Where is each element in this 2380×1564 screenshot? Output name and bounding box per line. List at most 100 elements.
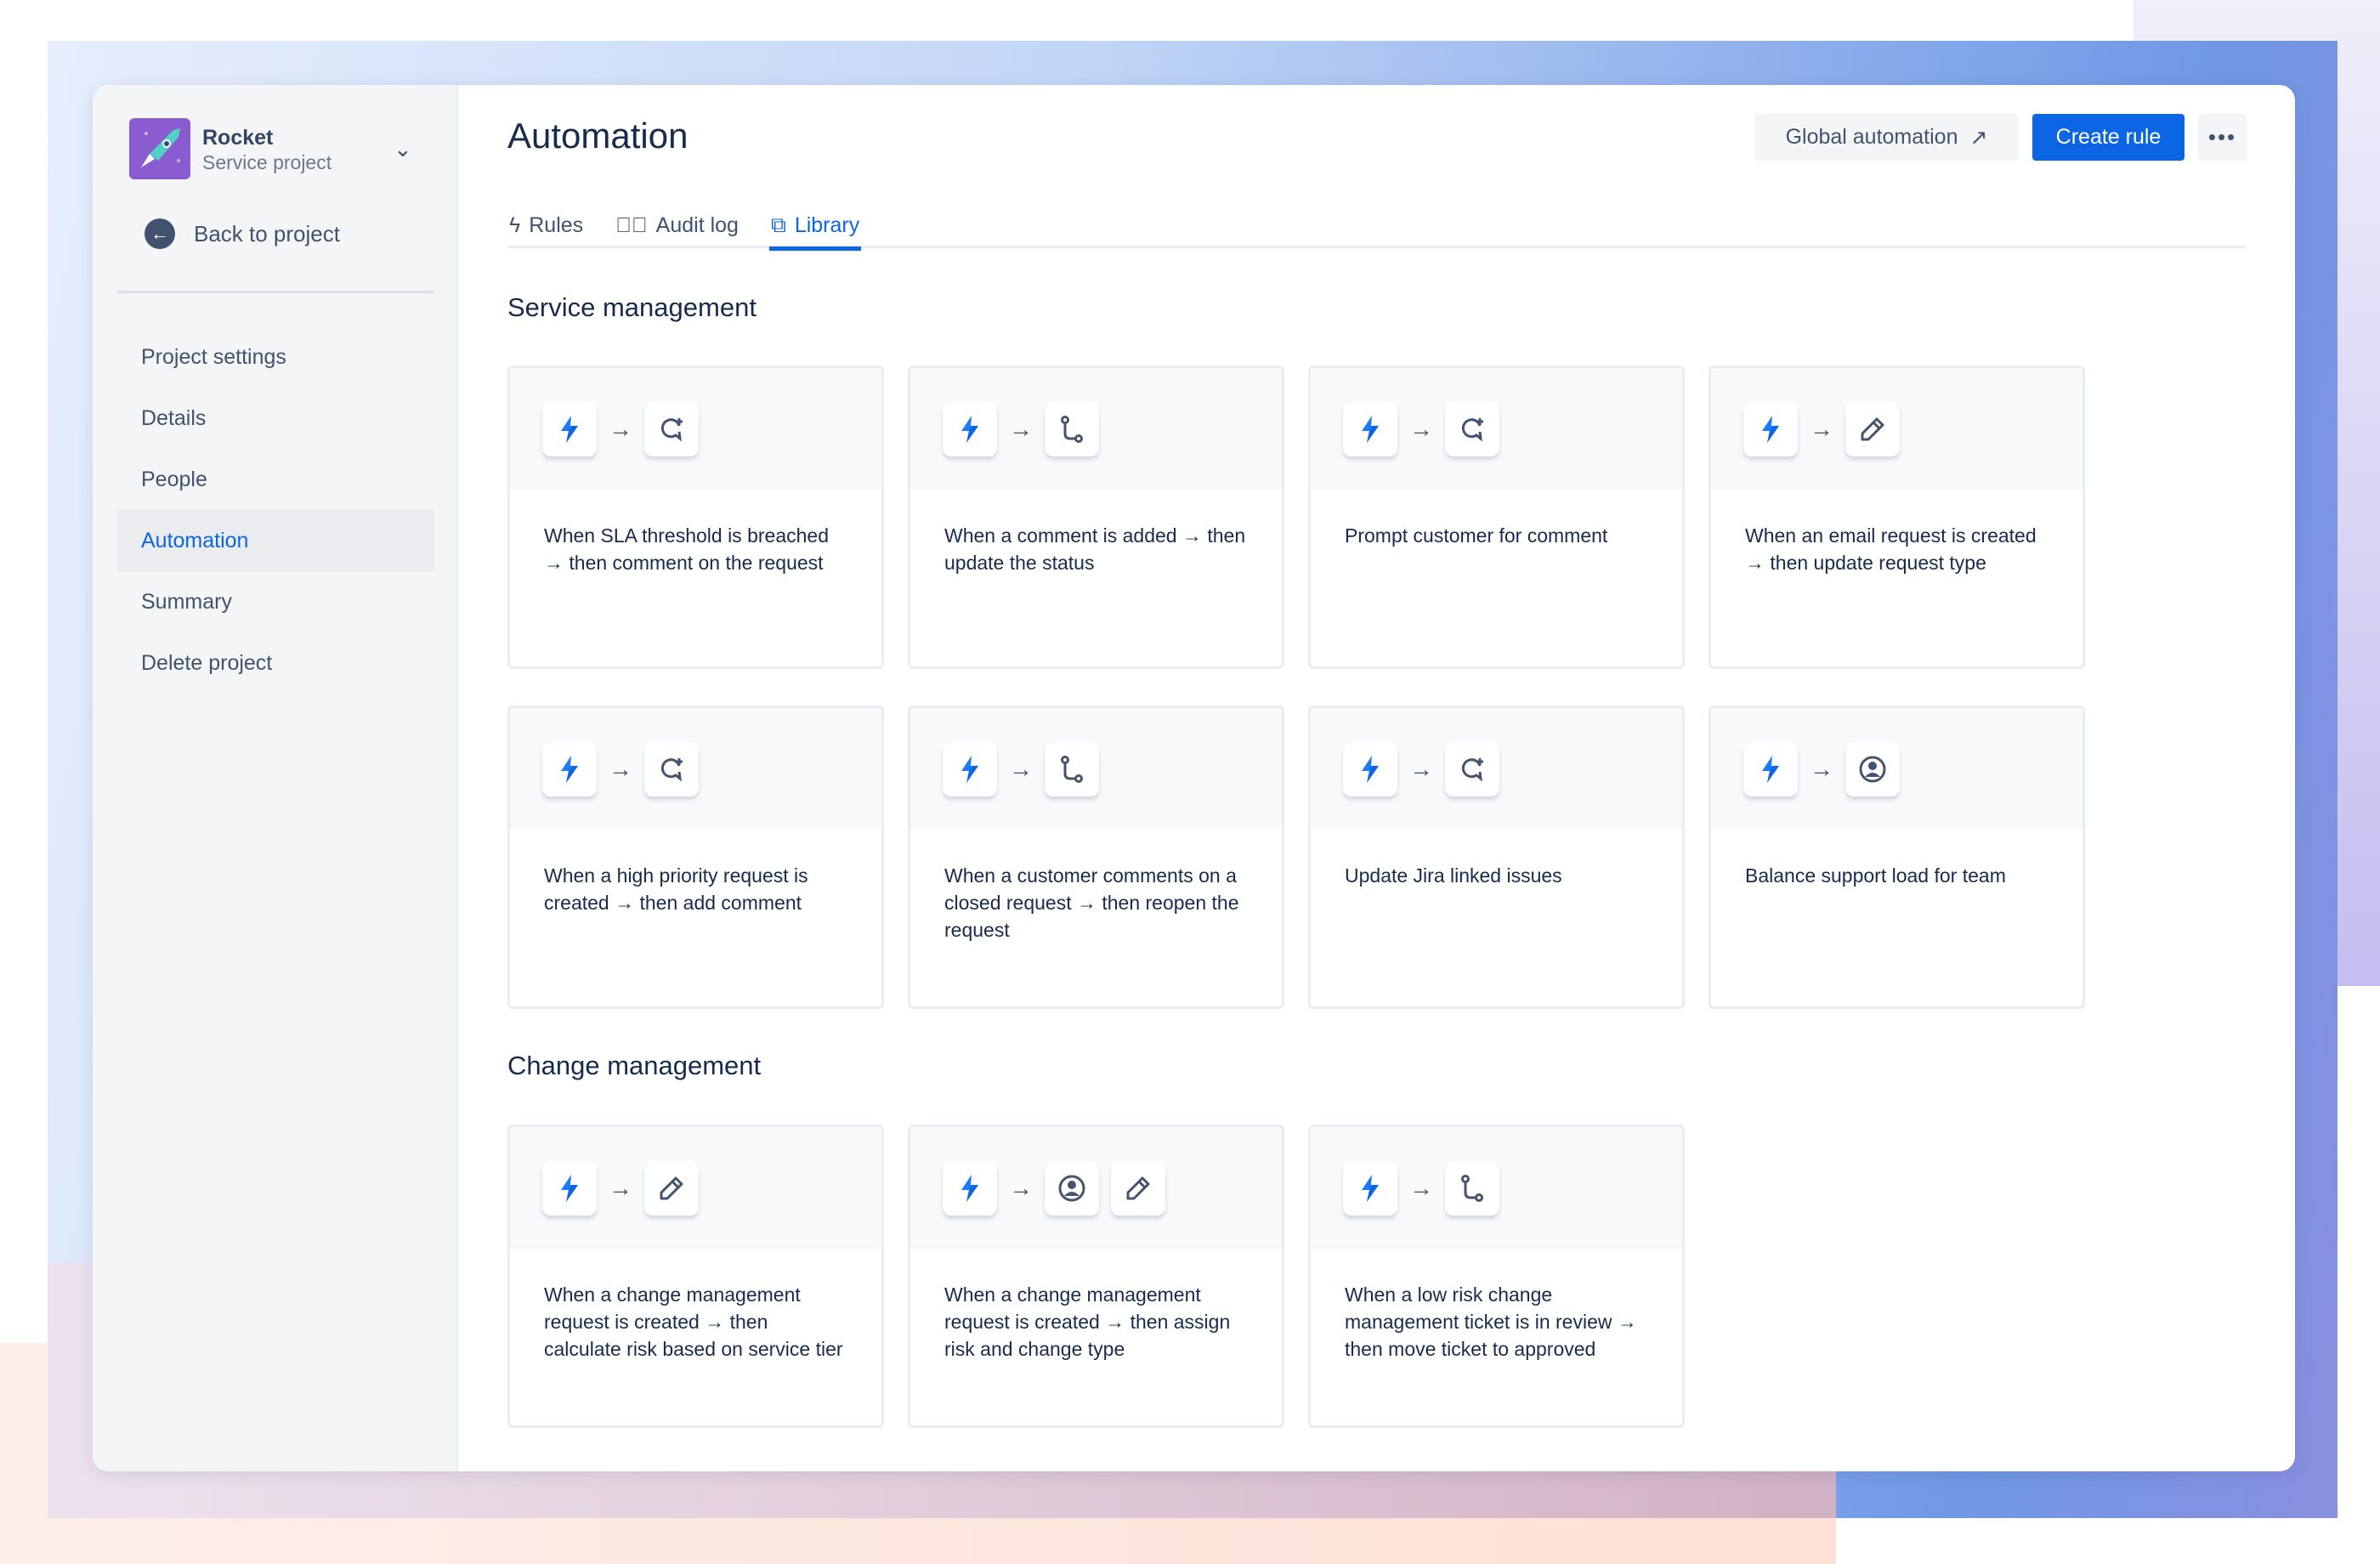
trigger-lightning-icon [1743, 741, 1798, 796]
global-automation-button[interactable]: Global automation ↗ [1754, 114, 2019, 161]
arrow-right-icon: → [1810, 755, 1833, 782]
rule-description: When a low risk change management ticket… [1345, 1284, 1637, 1360]
more-options-button[interactable]: ••• [2198, 114, 2247, 161]
rule-description: When a high priority request is created … [544, 864, 808, 914]
rule-description: When a comment is added → then update th… [944, 524, 1246, 574]
project-logo-rocket-icon [129, 118, 190, 179]
user-circle-icon [1045, 1160, 1099, 1216]
rule-grid: → When SLA threshold is breached → then c… [507, 366, 2085, 1009]
rule-icons: → [910, 368, 1282, 490]
rule-template-card[interactable]: → When an email request is created → then… [1708, 366, 2085, 669]
comment-add-icon [1445, 741, 1499, 796]
user-circle-icon [1845, 741, 1900, 796]
rule-icons: → [1311, 1127, 1682, 1249]
rule-template-card[interactable]: → When SLA threshold is breached → then c… [507, 366, 884, 669]
app-window: Rocket Service project ⌄ ← Back to proje… [93, 85, 2295, 1471]
arrow-right-icon: → [1009, 1174, 1033, 1201]
trigger-lightning-icon [1343, 741, 1397, 796]
rule-icons: → [510, 708, 881, 830]
trigger-lightning-icon [542, 1160, 597, 1216]
rule-icons: → [1711, 368, 2082, 490]
comment-add-icon [644, 741, 699, 796]
rule-description: When a customer comments on a closed req… [944, 864, 1239, 941]
arrow-right-icon: → [609, 415, 632, 442]
back-label: Back to project [194, 220, 340, 246]
tab-bar: ϟ Rules ✓⃝ Audit log ⧉ Library [507, 204, 2247, 251]
branch-icon [1045, 401, 1099, 456]
rule-icons: → [1711, 708, 2082, 830]
sidebar-item-people[interactable]: People [116, 449, 434, 510]
back-to-project-link[interactable]: ← Back to project [144, 218, 340, 249]
rule-icons: → [1311, 708, 1682, 830]
sidebar-item-automation[interactable]: Automation [116, 510, 434, 571]
arrow-right-icon: → [609, 1174, 632, 1201]
trigger-lightning-icon [943, 741, 997, 796]
check-circle-icon: ✓⃝ [615, 212, 648, 237]
arrow-right-icon: → [1810, 415, 1833, 442]
rule-grid: → When a change management request is cre… [507, 1125, 2085, 1428]
project-name: Rocket [202, 126, 274, 150]
copy-icon: ⧉ [770, 212, 786, 237]
arrow-right-icon: → [1009, 755, 1033, 782]
chevron-down-icon[interactable]: ⌄ [394, 136, 412, 162]
sidebar-item-delete-project[interactable]: Delete project [116, 632, 434, 694]
branch-icon [1045, 741, 1099, 796]
rule-icons: → [910, 708, 1282, 830]
trigger-lightning-icon [943, 1160, 997, 1216]
branch-icon [1445, 1160, 1499, 1216]
pencil-icon [1111, 1160, 1165, 1216]
sidebar-item-project-settings[interactable]: Project settings [116, 326, 434, 388]
rule-template-card[interactable]: → When a change management request is cre… [507, 1125, 884, 1428]
rule-template-card[interactable]: → When a low risk change management ticke… [1308, 1125, 1685, 1428]
trigger-lightning-icon [943, 401, 997, 456]
arrow-right-icon: → [1409, 1174, 1433, 1201]
divider [116, 291, 434, 293]
pencil-icon [1845, 401, 1900, 456]
pencil-icon [644, 1160, 699, 1216]
trigger-lightning-icon [1343, 401, 1397, 456]
rule-icons: → [510, 368, 881, 490]
rule-template-card[interactable]: → When a comment is added → then update t… [908, 366, 1284, 669]
rule-template-card[interactable]: → When a customer comments on a closed re… [908, 706, 1284, 1009]
tab-rules[interactable]: ϟ Rules [507, 204, 585, 246]
comment-add-icon [1445, 401, 1499, 456]
rule-template-card[interactable]: → When a high priority request is created… [507, 706, 884, 1009]
rule-description: Update Jira linked issues [1345, 864, 1562, 887]
sidebar-item-details[interactable]: Details [116, 388, 434, 449]
rule-description: Balance support load for team [1745, 864, 2006, 887]
rule-description: When a change management request is crea… [544, 1284, 843, 1360]
rule-template-card[interactable]: → Prompt customer for comment [1308, 366, 1685, 669]
tab-audit-log[interactable]: ✓⃝ Audit log [614, 204, 740, 246]
trigger-lightning-icon [1743, 401, 1798, 456]
tab-label: Audit log [655, 212, 739, 237]
tab-label: Library [794, 212, 860, 237]
create-rule-button[interactable]: Create rule [2032, 114, 2184, 161]
section-title: Service management [507, 292, 756, 322]
trigger-lightning-icon [1343, 1160, 1397, 1216]
arrow-right-icon: → [609, 755, 632, 782]
rule-description: When SLA threshold is breached → then co… [544, 524, 829, 574]
tab-label: Rules [529, 212, 584, 237]
rule-icons: → [1311, 368, 1682, 490]
sidebar: Rocket Service project ⌄ ← Back to proje… [93, 85, 458, 1471]
rule-template-card[interactable]: → Balance support load for team [1708, 706, 2085, 1009]
comment-add-icon [644, 401, 699, 456]
arrow-right-icon: → [1009, 415, 1033, 442]
arrow-right-icon: → [1409, 755, 1433, 782]
rule-icons: → [910, 1127, 1282, 1249]
rule-template-card[interactable]: → When a change management request is cre… [908, 1125, 1284, 1428]
lightning-icon: ϟ [509, 212, 521, 237]
main-content: Automation Global automation ↗ Create ru… [507, 85, 2295, 1471]
page-title: Automation [507, 116, 688, 156]
global-automation-label: Global automation [1785, 125, 1958, 149]
rule-description: When a change management request is crea… [944, 1284, 1231, 1360]
project-type: Service project [202, 151, 332, 173]
sidebar-nav: Project settings Details People Automati… [116, 326, 434, 694]
external-link-icon: ↗ [1969, 125, 1988, 150]
rule-template-card[interactable]: → Update Jira linked issues [1308, 706, 1685, 1009]
arrow-right-icon: → [1409, 415, 1433, 442]
tab-library[interactable]: ⧉ Library [768, 204, 862, 251]
rule-description: Prompt customer for comment [1345, 524, 1608, 547]
arrow-left-icon: ← [144, 218, 175, 249]
sidebar-item-summary[interactable]: Summary [116, 571, 434, 632]
